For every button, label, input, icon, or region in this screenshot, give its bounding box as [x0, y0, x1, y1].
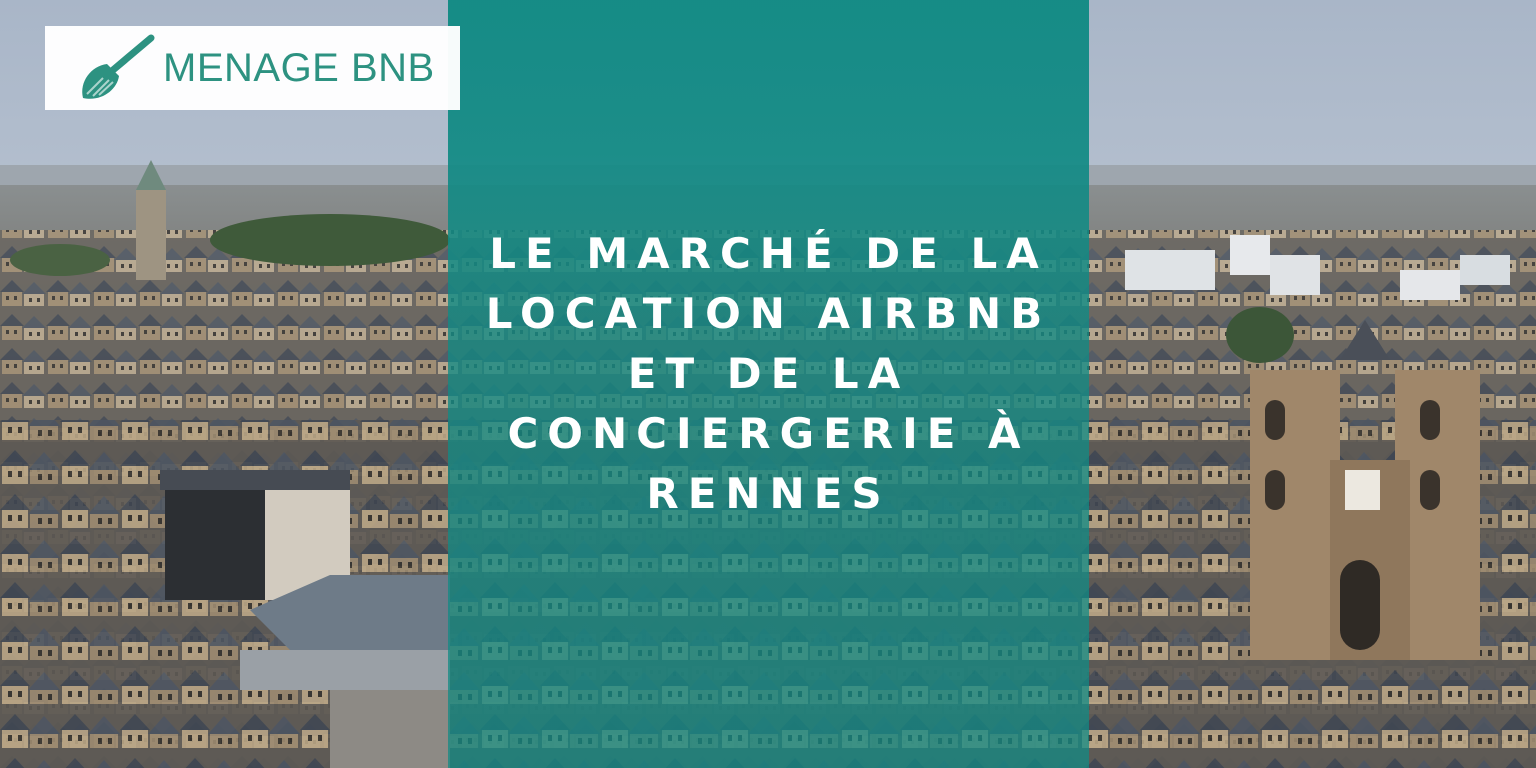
brand-name: MENAGE BNB	[163, 45, 435, 90]
headline-line: CONCIERGERIE À	[507, 409, 1030, 458]
brand-logo: MENAGE BNB	[45, 26, 460, 110]
headline-line: LOCATION AIRBNB	[485, 289, 1052, 338]
headline-line: ET DE LA	[627, 349, 910, 398]
headline: LE MARCHÉ DE LA LOCATION AIRBNB ET DE LA…	[448, 224, 1089, 524]
headline-line: LE MARCHÉ DE LA	[489, 229, 1048, 278]
broom-icon	[82, 34, 155, 99]
headline-line: RENNES	[646, 469, 891, 518]
